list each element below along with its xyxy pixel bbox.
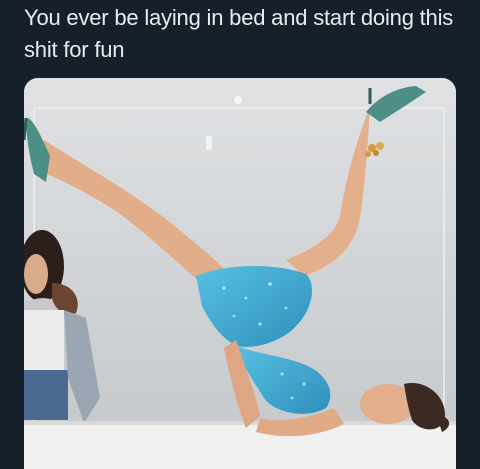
ceiling-light (234, 96, 242, 104)
photo-illustration (24, 78, 456, 469)
reflection (206, 136, 212, 150)
post-photo[interactable] (24, 78, 456, 469)
post-caption: You ever be laying in bed and start doin… (24, 5, 454, 62)
floor (24, 423, 456, 469)
